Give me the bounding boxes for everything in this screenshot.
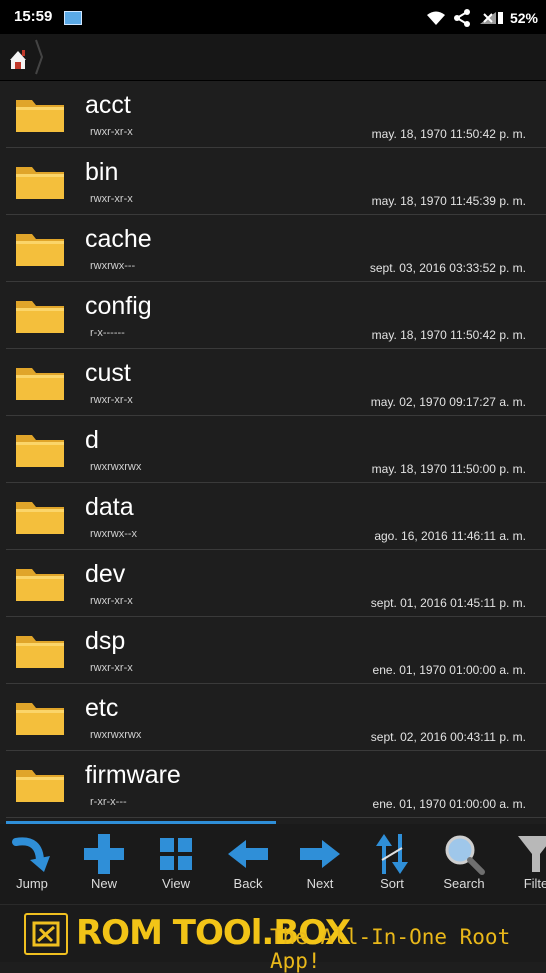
folder-modified-date: may. 18, 1970 11:45:39 p. m.: [371, 194, 526, 208]
folder-modified-date: sept. 03, 2016 03:33:52 p. m.: [369, 261, 526, 275]
folder-row-cache[interactable]: cache rwxrwx--- sept. 03, 2016 03:33:52 …: [6, 215, 546, 282]
folder-row-data[interactable]: data rwxrwx--x ago. 16, 2016 11:46:11 a.…: [6, 483, 546, 550]
status-bar: 15:59 52%: [0, 0, 546, 34]
jump-icon: [12, 837, 50, 872]
folder-permissions: rwxr-xr-x: [90, 193, 133, 205]
folder-icon: [16, 569, 64, 601]
home-button[interactable]: [0, 34, 44, 80]
folder-permissions: rwxrwxrwx: [90, 729, 142, 741]
folder-permissions: rwxr-xr-x: [90, 126, 133, 138]
file-list[interactable]: acct rwxr-xr-x may. 18, 1970 11:50:42 p.…: [6, 81, 546, 821]
sort-icon: [376, 834, 408, 874]
search-icon: [445, 835, 485, 875]
toolbox-logo: [24, 913, 68, 955]
folder-row-config[interactable]: config r-x------ may. 18, 1970 11:50:42 …: [6, 282, 546, 349]
jump-label: Jump: [16, 876, 48, 891]
folder-icon: [16, 435, 64, 467]
jump-button[interactable]: Jump: [0, 824, 68, 904]
folder-row-firmware[interactable]: firmware r-xr-x--- ene. 01, 1970 01:00:0…: [6, 751, 546, 818]
folder-icon: [16, 368, 64, 400]
back-label: Back: [233, 876, 263, 891]
new-button[interactable]: New: [68, 824, 140, 904]
wifi-icon: [426, 11, 445, 25]
folder-icon: [16, 301, 64, 333]
share-icon: [453, 9, 470, 27]
banner-tagline: The All-In-One Root App!: [270, 925, 511, 973]
folder-name: d: [85, 426, 99, 454]
view-label: View: [162, 876, 190, 891]
image-notification-icon: [64, 11, 82, 25]
folder-name: config: [85, 292, 152, 320]
folder-row-d[interactable]: d rwxrwxrwx may. 18, 1970 11:50:00 p. m.: [6, 416, 546, 483]
folder-name: cache: [85, 225, 152, 253]
folder-permissions: rwxrwx--x: [90, 528, 138, 540]
next-label: Next: [306, 876, 334, 891]
battery-level: 52%: [509, 10, 538, 26]
folder-permissions: r-x------: [90, 327, 125, 339]
folder-modified-date: sept. 02, 2016 00:43:11 p. m.: [370, 730, 526, 744]
status-right: 52%: [426, 8, 538, 28]
folder-modified-date: sept. 01, 2016 01:45:11 p. m.: [370, 596, 526, 610]
sort-label: Sort: [380, 876, 404, 891]
folder-icon: [16, 770, 64, 802]
folder-name: acct: [85, 91, 131, 119]
folder-name: data: [85, 493, 134, 521]
toolbox-icon: [32, 921, 60, 947]
back-button[interactable]: Back: [212, 824, 284, 904]
filter-label: Filte: [523, 876, 546, 891]
folder-modified-date: ene. 01, 1970 01:00:00 a. m.: [372, 797, 526, 811]
folder-modified-date: may. 18, 1970 11:50:00 p. m.: [371, 462, 526, 476]
status-time: 15:59: [14, 8, 53, 25]
folder-modified-date: may. 02, 1970 09:17:27 a. m.: [370, 395, 526, 409]
folder-row-etc[interactable]: etc rwxrwxrwx sept. 02, 2016 00:43:11 p.…: [6, 684, 546, 751]
next-button[interactable]: Next: [284, 824, 356, 904]
arrow-right-icon: [300, 840, 340, 868]
folder-permissions: r-xr-x---: [90, 796, 127, 808]
bottom-toolbar: Jump New View Back Next Sort Search Filt…: [0, 824, 546, 904]
folder-modified-date: ago. 16, 2016 11:46:11 a. m.: [374, 529, 526, 543]
plus-icon: [84, 834, 124, 874]
folder-row-bin[interactable]: bin rwxr-xr-x may. 18, 1970 11:45:39 p. …: [6, 148, 546, 215]
folder-permissions: rwxrwx---: [90, 260, 136, 272]
new-label: New: [90, 876, 117, 891]
folder-icon: [16, 100, 64, 132]
search-label: Search: [443, 876, 485, 891]
folder-icon: [16, 636, 64, 668]
folder-permissions: rwxr-xr-x: [90, 662, 133, 674]
folder-row-cust[interactable]: cust rwxr-xr-x may. 02, 1970 09:17:27 a.…: [6, 349, 546, 416]
grid-view-icon: [160, 838, 192, 870]
folder-icon: [16, 167, 64, 199]
folder-name: etc: [85, 694, 119, 722]
folder-icon: [16, 502, 64, 534]
folder-permissions: rwxr-xr-x: [90, 595, 133, 607]
search-button[interactable]: Search: [428, 824, 500, 904]
ad-banner[interactable]: ROM TOOl.BOX The All-In-One Root App!: [0, 904, 546, 973]
arrow-left-icon: [228, 840, 268, 868]
folder-modified-date: may. 18, 1970 11:50:42 p. m.: [371, 127, 526, 141]
folder-name: firmware: [85, 761, 181, 789]
folder-permissions: rwxr-xr-x: [90, 394, 133, 406]
folder-icon: [16, 234, 64, 266]
no-signal-icon: [479, 12, 503, 24]
folder-row-dev[interactable]: dev rwxr-xr-x sept. 01, 2016 01:45:11 p.…: [6, 550, 546, 617]
folder-modified-date: may. 18, 1970 11:50:42 p. m.: [371, 328, 526, 342]
folder-name: bin: [85, 158, 119, 186]
filter-icon: [518, 836, 546, 872]
folder-icon: [16, 703, 64, 735]
filter-button[interactable]: Filte: [500, 824, 546, 904]
folder-permissions: rwxrwxrwx: [90, 461, 142, 473]
view-button[interactable]: View: [140, 824, 212, 904]
path-bar: [0, 34, 546, 81]
home-icon: [10, 39, 44, 75]
folder-modified-date: ene. 01, 1970 01:00:00 a. m.: [372, 663, 526, 677]
folder-name: dev: [85, 560, 126, 588]
folder-name: cust: [85, 359, 131, 387]
folder-row-acct[interactable]: acct rwxr-xr-x may. 18, 1970 11:50:42 p.…: [6, 81, 546, 148]
folder-row-dsp[interactable]: dsp rwxr-xr-x ene. 01, 1970 01:00:00 a. …: [6, 617, 546, 684]
folder-name: dsp: [85, 627, 126, 655]
sort-button[interactable]: Sort: [356, 824, 428, 904]
